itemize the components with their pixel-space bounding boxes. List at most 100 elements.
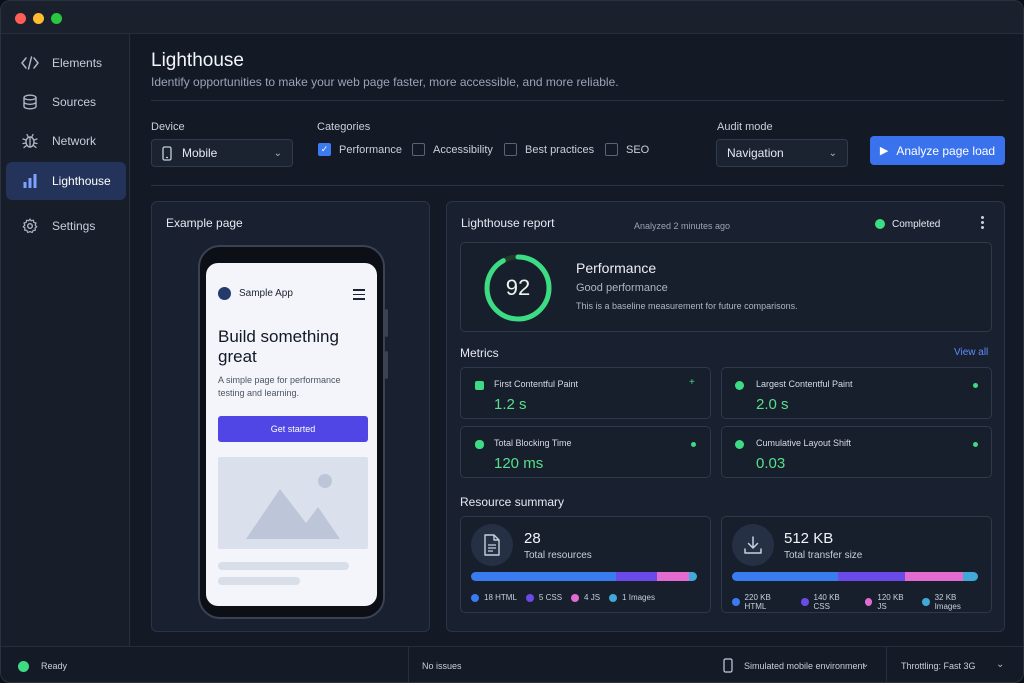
- resource-summary-heading: Resource summary: [460, 495, 565, 509]
- legend-item-js: 4 JS: [571, 593, 600, 602]
- chevron-down-icon: ⌄: [273, 147, 282, 159]
- divider: [886, 647, 887, 682]
- legend-swatch: [471, 593, 479, 602]
- metric-card-cls[interactable]: Cumulative Layout Shift 0.03: [721, 426, 992, 478]
- resource-count: 28: [524, 530, 541, 547]
- resource-count-bar: [471, 572, 697, 581]
- category-performance-checkbox[interactable]: ✓ Performance: [318, 143, 402, 156]
- hero-subtext: A simple page for performance testing an…: [218, 375, 341, 398]
- checkbox-label: Best practices: [525, 143, 595, 156]
- metric-name: Cumulative Layout Shift: [756, 438, 852, 448]
- resource-count-label: Total resources: [524, 550, 592, 561]
- bar-segment-html: [732, 572, 838, 581]
- checkbox-box: [504, 143, 517, 156]
- menu-icon[interactable]: [353, 289, 365, 303]
- performance-title: Performance: [576, 260, 657, 276]
- performance-rating: Good performance: [576, 282, 668, 294]
- legend-label: 18 HTML: [484, 593, 517, 602]
- legend-item-images: 1 Images: [609, 593, 655, 602]
- throttling-text[interactable]: Throttling: Fast 3G: [901, 661, 976, 671]
- bar-segment-images: [962, 572, 978, 581]
- text-placeholder: [218, 562, 349, 570]
- performance-score: 92: [505, 275, 531, 300]
- transfer-size-bar: [732, 572, 978, 581]
- status-dot: [973, 442, 978, 447]
- metric-card-lcp[interactable]: Largest Contentful Paint 2.0 s: [721, 367, 992, 419]
- legend-label: 120 KB JS: [877, 593, 904, 611]
- metric-card-tbt[interactable]: Total Blocking Time 120 ms: [460, 426, 711, 478]
- device-label: Device: [151, 121, 185, 133]
- analyze-page-load-button[interactable]: ▶ Analyze page load: [870, 136, 1005, 165]
- legend-item-css: 5 CSS: [525, 593, 563, 602]
- chevron-down-icon[interactable]: ⌄: [861, 659, 869, 670]
- sidebar-item-network[interactable]: Network: [6, 122, 126, 160]
- legend-item-html: 220 KB HTML: [732, 593, 792, 611]
- environment-text[interactable]: Simulated mobile environment: [744, 661, 865, 671]
- metric-value: 0.03: [756, 455, 786, 472]
- play-icon: ▶: [879, 145, 889, 157]
- category-best-practices-checkbox[interactable]: Best practices: [504, 143, 594, 156]
- maximize-window-button[interactable]: [51, 13, 62, 24]
- sidebar-item-settings[interactable]: Settings: [6, 207, 126, 245]
- panel-title: Lighthouse report: [461, 216, 555, 230]
- checkmark-icon: ✓: [318, 143, 331, 156]
- status-indicator: [875, 219, 885, 229]
- metrics-heading: Metrics: [460, 346, 499, 360]
- checkbox-label: SEO: [626, 143, 650, 156]
- categories-label: Categories: [317, 121, 371, 133]
- bar-segment-images: [688, 572, 697, 581]
- page-title: Lighthouse: [151, 50, 244, 71]
- legend-swatch: [800, 598, 809, 606]
- sidebar-item-label: Settings: [52, 219, 96, 233]
- sidebar-item-elements[interactable]: Elements: [6, 44, 126, 82]
- title-bar: [1, 1, 1023, 34]
- legend-item-js: 120 KB JS: [864, 593, 913, 611]
- sidebar-item-lighthouse[interactable]: Lighthouse: [6, 162, 126, 200]
- device-select[interactable]: Mobile ⌄: [151, 139, 293, 167]
- metric-name: Largest Contentful Paint: [756, 379, 853, 389]
- view-all-link[interactable]: View all: [954, 347, 988, 358]
- resource-count-card: 28 Total resources 18 HTML 5 CSS 4 JS 1 Ima…: [460, 516, 711, 613]
- audit-mode-select[interactable]: Navigation ⌄: [716, 139, 848, 167]
- divider: [151, 100, 1004, 101]
- close-window-button[interactable]: [15, 13, 26, 24]
- checkbox-label: Accessibility: [433, 143, 493, 156]
- legend-item-html: 18 HTML: [471, 593, 517, 602]
- checkbox-box: [412, 143, 425, 156]
- page-subtitle: Identify opportunities to make your web …: [151, 75, 619, 89]
- sidebar-item-sources[interactable]: Sources: [6, 83, 126, 121]
- button-label: Analyze page load: [896, 143, 996, 158]
- phone-side-button: [385, 309, 388, 337]
- ready-indicator: [18, 661, 29, 672]
- sidebar-item-label: Network: [52, 134, 97, 148]
- document-icon: [471, 524, 513, 566]
- minimize-window-button[interactable]: [33, 13, 44, 24]
- legend-label: 140 KB CSS: [813, 593, 840, 611]
- legend-label: 5 CSS: [538, 593, 563, 602]
- performance-card: 92: [460, 242, 992, 332]
- transfer-size-label: Total transfer size: [784, 550, 863, 561]
- more-options-icon[interactable]: [979, 216, 985, 231]
- metric-value: 2.0 s: [756, 396, 789, 413]
- legend-label: 1 Images: [622, 593, 655, 602]
- legend-item-images: 32 KB Images: [922, 593, 982, 611]
- get-started-button[interactable]: Get started: [218, 416, 368, 442]
- phone-mockup: Sample App Build something great A simpl…: [198, 245, 385, 619]
- download-icon: [732, 524, 774, 566]
- sidebar-item-label: Sources: [52, 95, 97, 109]
- audit-mode-value: Navigation: [727, 146, 784, 160]
- bar-segment-css: [837, 572, 905, 581]
- status-dot: [973, 383, 978, 388]
- category-seo-checkbox[interactable]: SEO: [605, 143, 649, 156]
- metric-card-fcp[interactable]: First Contentful Paint 1.2 s +: [460, 367, 711, 419]
- resource-count-legend: 18 HTML 5 CSS 4 JS 1 Images: [471, 593, 664, 602]
- text-placeholder: [218, 577, 300, 585]
- sidebar: Elements Sources Network Lighthouse Sett…: [1, 34, 130, 646]
- code-icon: [20, 53, 40, 73]
- transfer-size-card: 512 KB Total transfer size 220 KB HTML 14…: [721, 516, 992, 613]
- metric-name: Total Blocking Time: [494, 438, 572, 448]
- category-accessibility-checkbox[interactable]: Accessibility: [412, 143, 493, 156]
- chevron-down-icon[interactable]: ⌄: [996, 659, 1004, 670]
- metric-name: First Contentful Paint: [494, 379, 579, 389]
- database-icon: [20, 92, 40, 112]
